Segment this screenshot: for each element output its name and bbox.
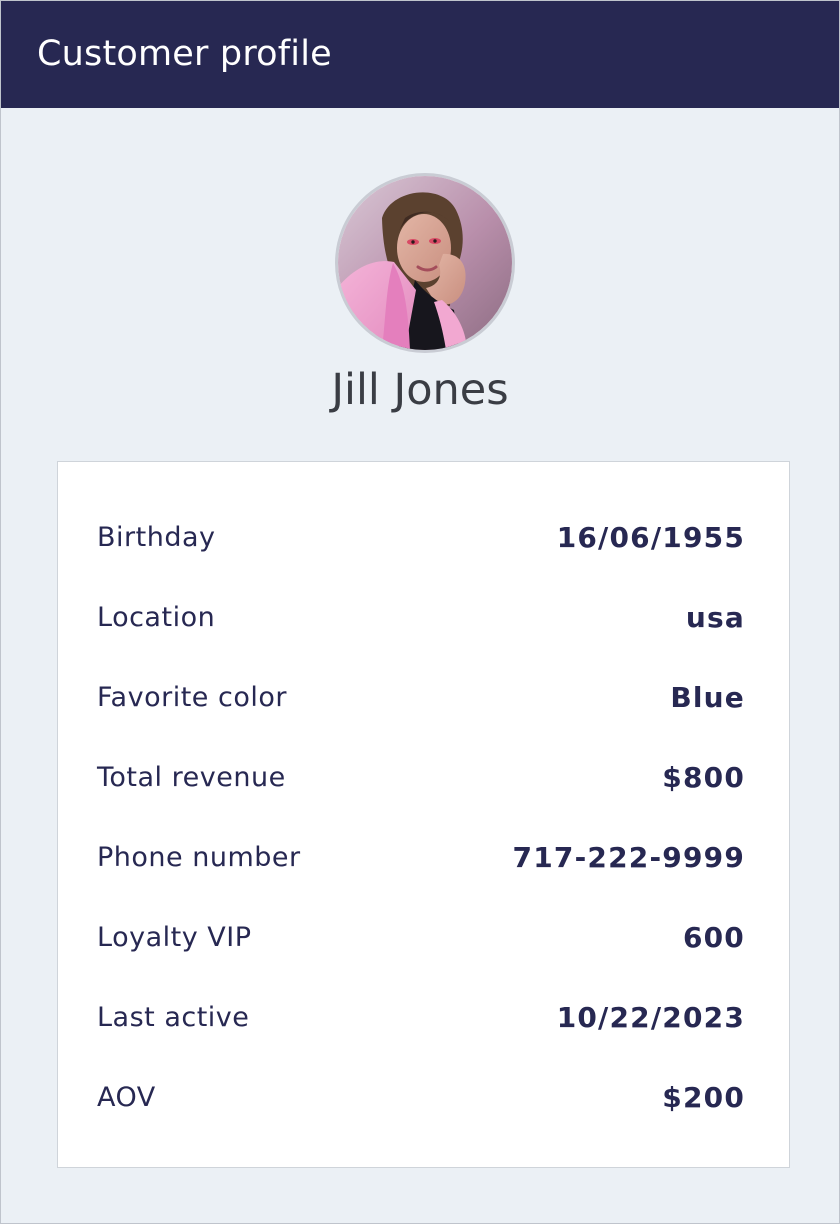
page-title: Customer profile bbox=[37, 34, 332, 74]
detail-label: Total revenue bbox=[97, 762, 286, 793]
detail-label: Birthday bbox=[97, 522, 216, 553]
detail-label: AOV bbox=[97, 1082, 156, 1113]
detail-row-favorite-color: Favorite color Blue bbox=[97, 678, 745, 718]
detail-label: Phone number bbox=[97, 842, 301, 873]
detail-value: 600 bbox=[682, 921, 745, 954]
detail-row-birthday: Birthday 16/06/1955 bbox=[97, 518, 745, 558]
detail-row-phone-number: Phone number 717-222-9999 bbox=[97, 838, 745, 878]
customer-profile-window: Customer profile Jill Jones Birthday 16/… bbox=[0, 0, 840, 1224]
detail-label: Loyalty VIP bbox=[97, 922, 252, 953]
detail-value: usa bbox=[685, 601, 745, 634]
detail-value: $800 bbox=[662, 761, 745, 794]
detail-label: Last active bbox=[97, 1002, 250, 1033]
detail-label: Location bbox=[97, 602, 216, 633]
customer-details-card: Birthday 16/06/1955 Location usa Favorit… bbox=[57, 461, 790, 1168]
detail-value: Blue bbox=[670, 681, 745, 714]
detail-label: Favorite color bbox=[97, 682, 287, 713]
detail-value: 16/06/1955 bbox=[556, 521, 745, 554]
detail-value: 10/22/2023 bbox=[556, 1001, 745, 1034]
customer-photo-icon bbox=[338, 176, 512, 350]
avatar bbox=[335, 173, 515, 353]
customer-name: Jill Jones bbox=[331, 365, 509, 415]
detail-row-location: Location usa bbox=[97, 598, 745, 638]
detail-row-total-revenue: Total revenue $800 bbox=[97, 758, 745, 798]
detail-row-loyalty-vip: Loyalty VIP 600 bbox=[97, 918, 745, 958]
detail-value: 717-222-9999 bbox=[512, 841, 745, 874]
detail-value: $200 bbox=[662, 1081, 745, 1114]
detail-row-aov: AOV $200 bbox=[97, 1078, 745, 1118]
profile-header: Customer profile bbox=[1, 1, 839, 108]
detail-row-last-active: Last active 10/22/2023 bbox=[97, 998, 745, 1038]
